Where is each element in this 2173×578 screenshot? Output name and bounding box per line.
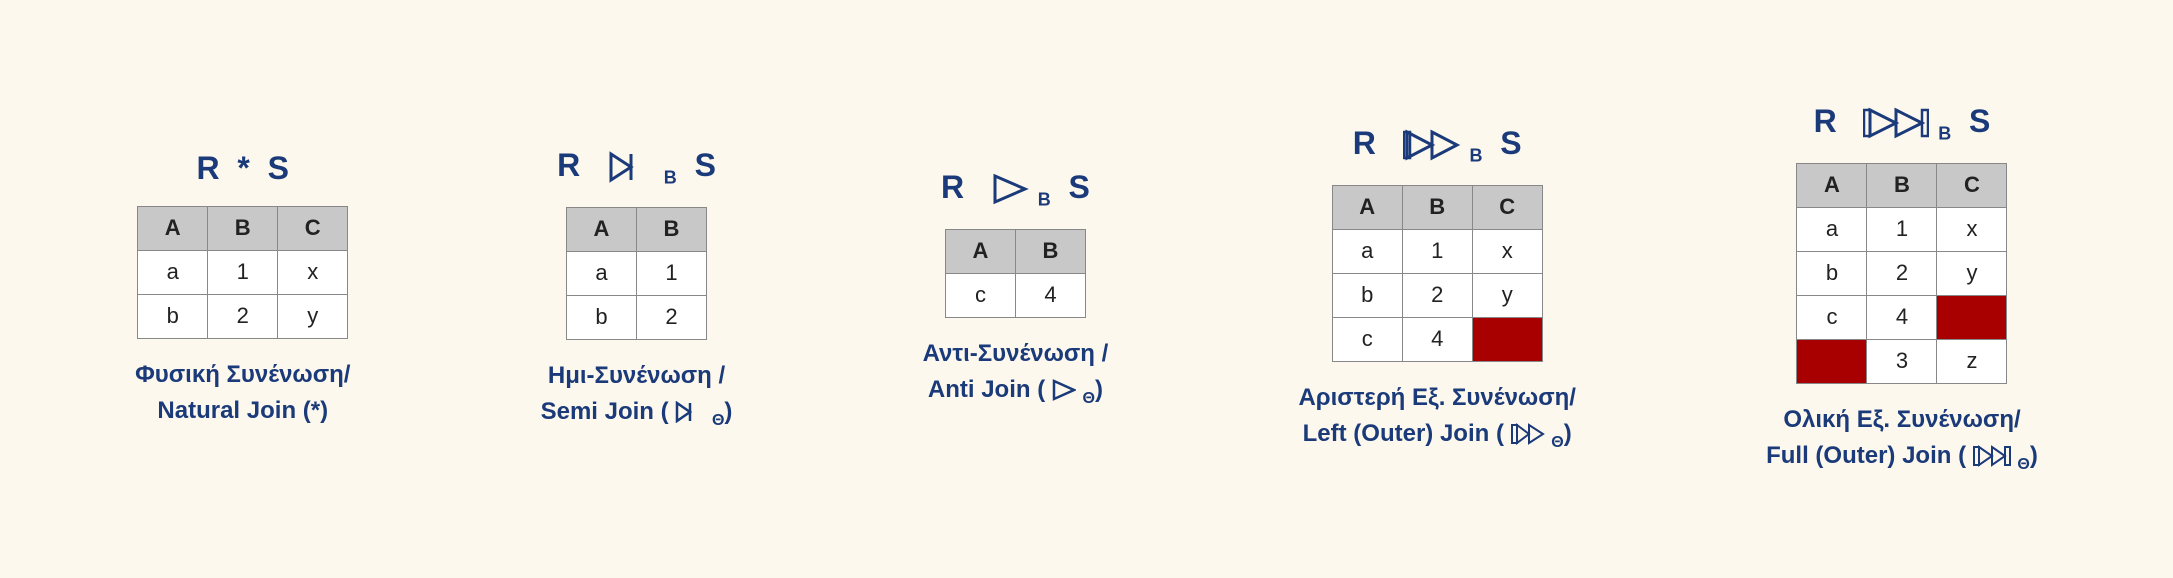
natural-join-title: R * S (197, 149, 289, 187)
semi-join-table: A B a 1 b 2 (566, 207, 707, 340)
col-header: A (1332, 185, 1402, 229)
left-outer-join-section: R B S A B C a 1 x b 2 (1298, 124, 1576, 455)
anti-join-icon (991, 172, 1029, 206)
col-header: A (567, 207, 637, 251)
natural-join-table: A B C a 1 x b 2 y (137, 206, 348, 339)
left-outer-join-label: Αριστερή Εξ. Συνένωση/Left (Outer) Join … (1298, 380, 1576, 455)
semi-join-title: R B S (557, 146, 716, 189)
col-header: C (278, 206, 348, 250)
col-header: C (1937, 163, 2007, 207)
semi-join-label: Ημι-Συνένωση /Semi Join ( Θ) (541, 358, 733, 433)
table-row: a 1 x (1332, 229, 1542, 273)
left-outer-join-icon (1403, 128, 1461, 162)
col-header: C (1472, 185, 1542, 229)
table-row: 3 z (1797, 339, 2007, 383)
anti-join-title: R B S (941, 168, 1090, 211)
semi-join-section: R B S A B a 1 b 2 Ημι-Συν (541, 146, 733, 433)
left-outer-join-title: R B S (1353, 124, 1522, 167)
anti-join-label: Αντι-Συνένωση /Anti Join ( Θ) (923, 336, 1109, 411)
full-outer-join-label-icon (1973, 445, 2011, 467)
col-header: B (1015, 229, 1085, 273)
anti-join-table: A B c 4 (945, 229, 1086, 318)
table-row: b 2 y (1797, 251, 2007, 295)
table-row: a 1 x (1797, 207, 2007, 251)
semi-join-icon (607, 150, 655, 184)
col-header: A (945, 229, 1015, 273)
semi-join-label-icon (675, 401, 705, 423)
col-header: B (208, 206, 278, 250)
table-row: b 2 y (138, 294, 348, 338)
full-outer-join-title: R B S (1814, 102, 1991, 145)
col-header: A (1797, 163, 1867, 207)
full-outer-join-section: R B S A B C a 1 x (1766, 102, 2038, 477)
table-row: a 1 (567, 251, 707, 295)
table-row: c 4 (1797, 295, 2007, 339)
table-row: b 2 (567, 295, 707, 339)
anti-join-section: R B S A B c 4 Αντι-Συνένωση /Anti Join (… (923, 168, 1109, 411)
table-row: b 2 y (1332, 273, 1542, 317)
col-header: B (1402, 185, 1472, 229)
full-outer-join-table: A B C a 1 x b 2 y c 4 3 (1796, 163, 2007, 384)
anti-join-label-icon (1052, 379, 1076, 401)
natural-join-label: Φυσική Συνένωση/Natural Join (*) (135, 357, 350, 429)
table-row: a 1 x (138, 250, 348, 294)
full-outer-join-label: Ολική Εξ. Συνένωση/Full (Outer) Join ( Θ… (1766, 402, 2038, 477)
col-header: B (637, 207, 707, 251)
table-row: c 4 (1332, 317, 1542, 361)
full-outer-join-icon (1863, 106, 1929, 140)
left-outer-join-label-icon (1511, 423, 1545, 445)
natural-join-section: R * S A B C a 1 x b 2 y Φυσική Συνένωση/… (135, 149, 350, 428)
col-header: A (138, 206, 208, 250)
table-row: c 4 (945, 273, 1085, 317)
col-header: B (1867, 163, 1937, 207)
left-outer-join-table: A B C a 1 x b 2 y c 4 (1332, 185, 1543, 362)
